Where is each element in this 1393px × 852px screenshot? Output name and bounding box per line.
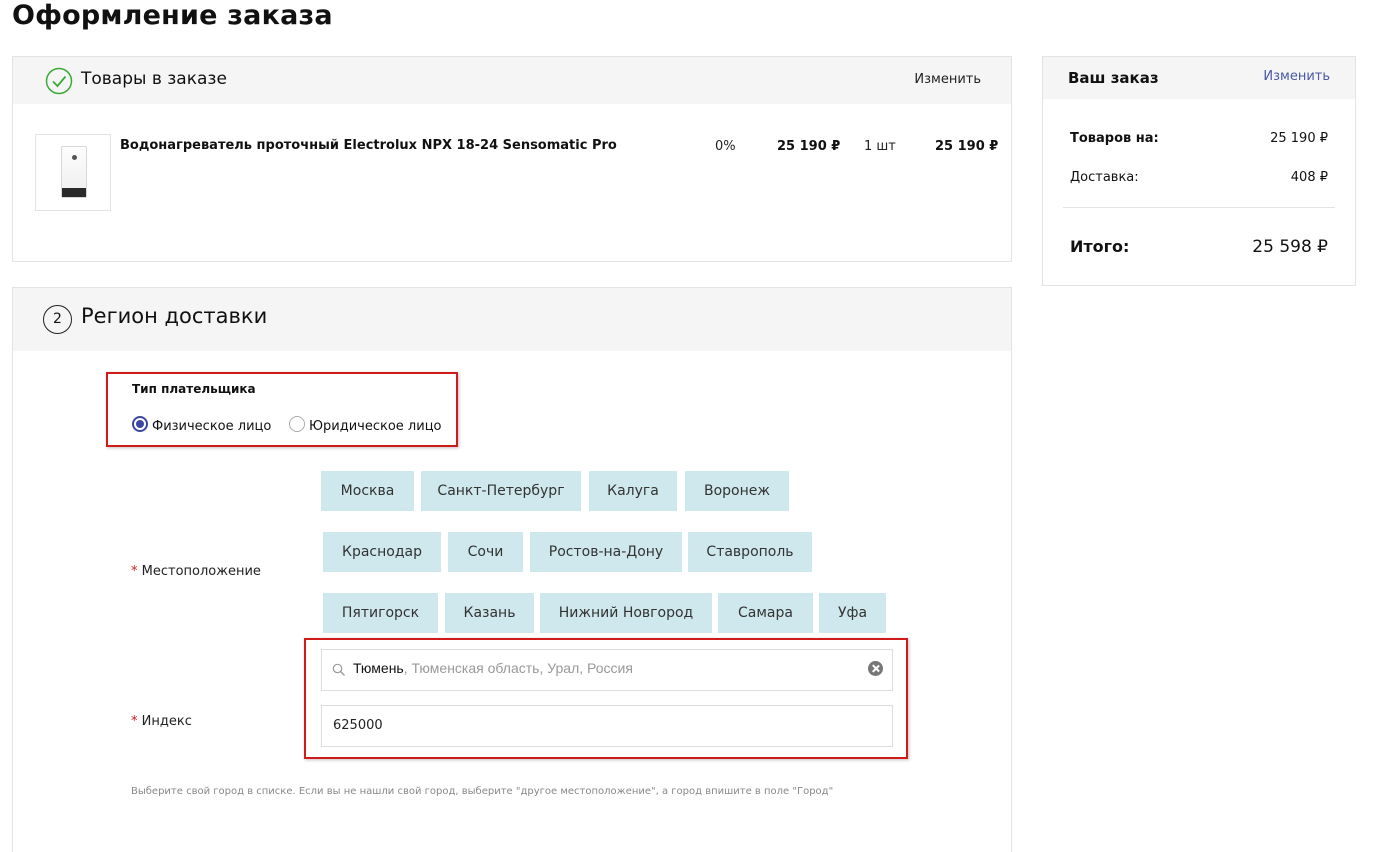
product-image[interactable] [35,134,111,211]
radio-legal-entity[interactable] [289,416,305,432]
page-title: Оформление заказа [12,0,333,31]
city-button-samara[interactable]: Самара [718,593,813,633]
summary-goods-value: 25 190 ₽ [1270,131,1328,146]
location-city: Тюмень [353,660,404,676]
city-button-pyatigorsk[interactable]: Пятигорск [323,593,438,633]
required-mark: * [131,564,138,579]
location-label: * Местоположение [131,564,261,579]
order-summary-title: Ваш заказ [1068,69,1159,87]
region-section-header: 2 Регион доставки [13,288,1011,351]
summary-total-label: Итого: [1070,237,1130,256]
step-number-badge: 2 [43,305,72,334]
index-label-text: Индекс [141,714,192,729]
index-input[interactable]: 625000 [321,705,893,747]
city-button-stavropol[interactable]: Ставрополь [688,532,812,572]
product-price: 25 190 ₽ [777,139,841,154]
summary-total-value: 25 598 ₽ [1252,237,1328,257]
city-button-kazan[interactable]: Казань [445,593,534,633]
location-region: , Тюменская область, Урал, Россия [403,660,633,676]
order-summary-header: Ваш заказ Изменить [1043,57,1355,99]
city-button-rostov-na-donu[interactable]: Ростов-на-Дону [530,532,682,572]
city-button-saint-petersburg[interactable]: Санкт-Петербург [421,471,581,511]
product-discount: 0% [715,139,736,154]
location-label-text: Местоположение [141,564,261,579]
search-icon [332,663,345,676]
product-quantity: 1 шт [864,139,896,154]
summary-delivery-row: Доставка: 408 ₽ [1070,170,1328,185]
products-section: Товары в заказе Изменить Водонагреватель… [12,56,1012,262]
products-edit-link[interactable]: Изменить [914,72,981,87]
city-button-kaluga[interactable]: Калуга [589,471,677,511]
city-button-moscow[interactable]: Москва [321,471,414,511]
heater-screen [62,188,86,197]
required-mark: * [131,714,138,729]
summary-divider [1063,207,1335,208]
radio-individual-label[interactable]: Физическое лицо [152,419,271,434]
payer-type-group: Тип плательщика Физическое лицо Юридичес… [106,372,458,447]
payer-type-title: Тип плательщика [132,382,256,396]
order-summary-edit-link[interactable]: Изменить [1263,69,1330,84]
summary-delivery-value: 408 ₽ [1290,170,1328,185]
city-button-krasnodar[interactable]: Краснодар [323,532,441,572]
city-button-voronezh[interactable]: Воронеж [685,471,789,511]
summary-goods-row: Товаров на: 25 190 ₽ [1070,131,1328,146]
city-button-ufa[interactable]: Уфа [819,593,886,633]
city-button-nizhny-novgorod[interactable]: Нижний Новгород [540,593,712,633]
location-value: Тюмень, Тюменская область, Урал, Россия [353,660,633,676]
location-hint: Выберите свой город в списке. Если вы не… [131,786,834,797]
region-section-title: Регион доставки [81,304,268,328]
index-label: * Индекс [131,714,192,729]
product-total: 25 190 ₽ [935,139,999,154]
region-section: 2 Регион доставки Тип плательщика Физиче… [12,287,1012,852]
summary-goods-label: Товаров на: [1070,131,1159,146]
clear-icon[interactable] [868,661,883,676]
summary-total-row: Итого: 25 598 ₽ [1070,237,1328,257]
heater-logo [72,155,77,160]
order-summary: Ваш заказ Изменить Товаров на: 25 190 ₽ … [1042,56,1356,286]
water-heater-picture [61,146,87,198]
products-section-title: Товары в заказе [81,69,227,89]
radio-legal-entity-label[interactable]: Юридическое лицо [309,419,442,434]
summary-delivery-label: Доставка: [1070,170,1139,185]
radio-individual[interactable] [132,416,148,432]
product-name-link[interactable]: Водонагреватель проточный Electrolux NPX… [120,138,617,153]
check-circle-icon [45,67,73,95]
location-search-input[interactable]: Тюмень, Тюменская область, Урал, Россия [321,649,893,691]
products-section-header: Товары в заказе Изменить [13,57,1011,104]
city-button-sochi[interactable]: Сочи [448,532,523,572]
